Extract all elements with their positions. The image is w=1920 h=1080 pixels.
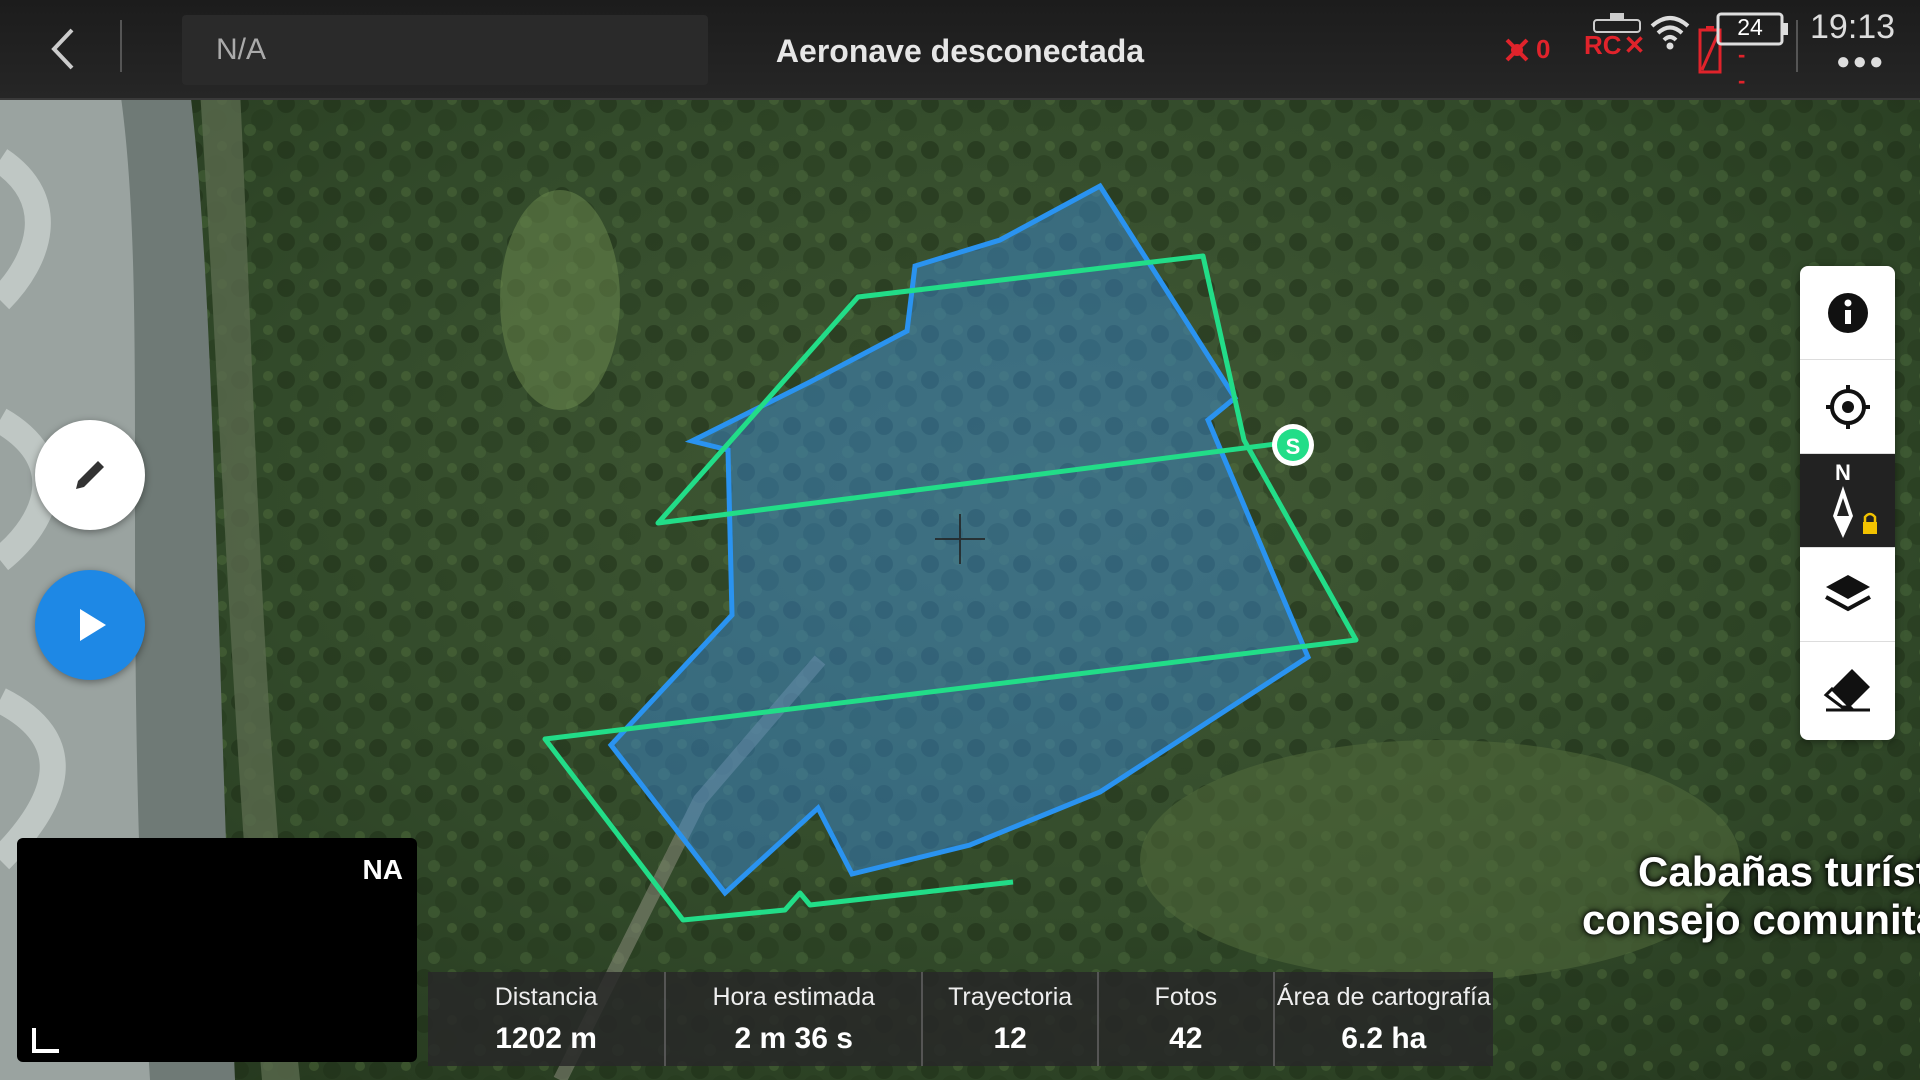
compass-icon: N [1832,460,1877,538]
map-layers-button[interactable] [1800,548,1895,642]
stat-label: Fotos [1154,982,1218,1011]
rc-status[interactable]: RC ✕ [1584,30,1645,61]
aircraft-battery-value: -- [1738,42,1746,93]
back-button[interactable] [40,24,90,74]
stat-label: Trayectoria [948,982,1073,1011]
connection-status-title: Aeronave desconectada [775,33,1145,69]
more-menu-button[interactable]: ●●● [1836,48,1886,76]
mission-stats-bar: Distancia 1202 m Hora estimada 2 m 36 s … [428,972,1493,1066]
chevron-left-icon [51,28,74,70]
locate-button[interactable] [1800,360,1895,454]
obstacle-indicator[interactable]: 0 [1502,34,1550,65]
map-place-label: Cabañas turíst [1638,848,1920,895]
map-toolbar: N [1800,266,1895,740]
start-mission-button[interactable] [35,570,145,680]
rc-label: RC [1584,30,1622,60]
camera-preview[interactable]: NA [17,838,417,1062]
play-icon [80,609,106,641]
wifi-icon [1650,16,1690,50]
clock: 19:13 [1810,8,1896,46]
stat-value: 42 [1169,1021,1203,1055]
compass-lock-button[interactable]: N [1800,454,1895,548]
stat-mapping-area: Área de cartografía 6.2 ha [1275,972,1493,1066]
stat-photos: Fotos 42 [1099,972,1275,1066]
pencil-icon [76,461,104,489]
clear-button[interactable] [1800,642,1895,736]
info-icon [1827,292,1868,333]
close-icon: ✕ [1623,30,1646,60]
edit-button[interactable] [35,420,145,530]
svg-text:S: S [1286,434,1301,459]
stat-value: 6.2 ha [1341,1021,1427,1055]
locate-icon [1825,384,1870,429]
eraser-icon [1823,669,1870,712]
stat-path-count: Trayectoria 12 [923,972,1099,1066]
rc-battery-value: 24 [1737,14,1763,40]
divider [1796,20,1798,72]
start-marker[interactable]: S [1272,424,1314,466]
stat-label: Área de cartografía [1276,982,1491,1011]
camera-status-label: NA [362,854,403,885]
stat-value: 1202 m [495,1021,597,1055]
remote-controller-icon [1593,13,1641,33]
stat-estimated-time: Hora estimada 2 m 36 s [666,972,924,1066]
info-button[interactable] [1800,266,1895,360]
stat-value: 12 [993,1021,1027,1055]
plan-name-field[interactable]: N/A [182,15,708,85]
obstacle-count: 0 [1536,34,1551,64]
stat-label: Distancia [494,982,598,1011]
map-place-label: consejo comunita [1582,896,1920,943]
stat-distance: Distancia 1202 m [428,972,667,1066]
more-dots-icon: ●●● [1836,48,1886,75]
expand-corner-icon [32,1028,59,1053]
svg-text:N: N [1835,460,1851,485]
drone-warning-icon [1505,38,1529,61]
divider [120,20,122,72]
top-bar: N/A Aeronave desconectada 0 RC ✕ -- 24 1… [0,0,1920,100]
stat-value: 2 m 36 s [734,1021,853,1055]
rc-battery-indicator[interactable]: 24 [1716,12,1788,46]
layers-icon [1824,574,1871,611]
stat-label: Hora estimada [712,982,876,1011]
